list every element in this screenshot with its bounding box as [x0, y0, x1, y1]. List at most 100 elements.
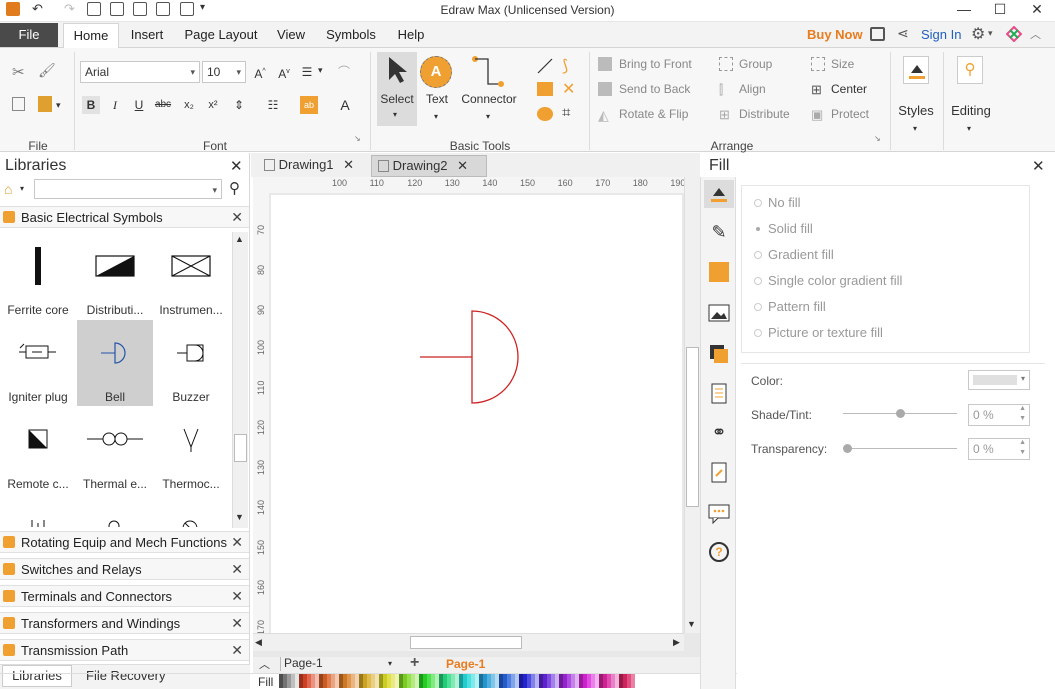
font-name-combo[interactable]: Arial ▾: [80, 61, 200, 83]
search-icon[interactable]: ⚲: [229, 179, 240, 197]
strikethrough-icon[interactable]: abc: [154, 96, 172, 114]
close-library-icon[interactable]: ✕: [231, 615, 243, 632]
symbol-buzzer[interactable]: Buzzer: [153, 320, 229, 406]
tab-file[interactable]: File: [0, 23, 58, 47]
connector-tool-label[interactable]: Connector: [458, 92, 520, 106]
close-tab-icon[interactable]: ✕: [457, 158, 468, 173]
ellipse-tool-icon[interactable]: [537, 107, 553, 121]
fill-option-radio[interactable]: [754, 199, 762, 207]
highlight-color-icon[interactable]: ab: [300, 96, 318, 114]
library-header-switches-relays[interactable]: Switches and Relays ✕: [0, 558, 249, 580]
library-search-input[interactable]: ▾: [34, 179, 222, 199]
symbol-igniter-plug[interactable]: Igniter plug: [0, 320, 76, 406]
tab-view[interactable]: View: [270, 23, 312, 48]
document-tab-drawing1[interactable]: Drawing1 ✕: [258, 155, 366, 177]
tab-insert[interactable]: Insert: [122, 23, 172, 48]
symbol-instrument[interactable]: Instrumen...: [153, 233, 229, 319]
shadow-icon[interactable]: [709, 262, 729, 282]
canvas-horizontal-scrollbar[interactable]: ◀ ▶: [253, 633, 684, 651]
cut-icon[interactable]: ✂: [12, 63, 25, 81]
bring-to-front-button[interactable]: Bring to Front: [619, 57, 692, 71]
font-color-icon[interactable]: A: [336, 96, 354, 114]
shade-tint-spinner[interactable]: 0 % ▲ ▼: [968, 404, 1030, 426]
scroll-thumb[interactable]: [234, 434, 247, 462]
styles-button[interactable]: Styles: [896, 103, 936, 118]
chevron-down-icon[interactable]: ▾: [20, 184, 24, 193]
scroll-right-icon[interactable]: ▶: [673, 637, 680, 648]
editing-button[interactable]: Editing: [948, 103, 994, 118]
symbol-thermal-element[interactable]: Thermal e...: [77, 407, 153, 493]
fill-option-solid-fill[interactable]: Solid fill: [768, 221, 813, 236]
send-to-back-button[interactable]: Send to Back: [619, 82, 690, 96]
image-icon[interactable]: [708, 303, 730, 325]
close-library-icon[interactable]: ✕: [231, 209, 243, 226]
library-header-transformers-windings[interactable]: Transformers and Windings ✕: [0, 612, 249, 634]
paste-icon[interactable]: [38, 96, 52, 112]
symbol-distribution[interactable]: Distributi...: [77, 233, 153, 319]
format-painter-icon[interactable]: 🖌: [38, 62, 56, 79]
scroll-left-icon[interactable]: ◀: [255, 637, 262, 648]
symbol-ferrite-core[interactable]: Ferrite core: [0, 233, 76, 319]
bullets-icon[interactable]: ☰: [298, 63, 316, 81]
line-tool-icon[interactable]: [536, 57, 554, 75]
tab-page-layout[interactable]: Page Layout: [178, 23, 264, 48]
symbol-thermocouple[interactable]: Thermoc...: [153, 407, 229, 493]
copy-icon[interactable]: [12, 97, 25, 111]
close-library-icon[interactable]: ✕: [231, 588, 243, 605]
library-header-rotating-equip[interactable]: Rotating Equip and Mech Functions ✕: [0, 531, 249, 553]
grow-font-icon[interactable]: A^: [251, 63, 269, 81]
scroll-down-icon[interactable]: ▼: [235, 512, 244, 522]
superscript-icon[interactable]: x²: [204, 96, 222, 114]
settings-dropdown-icon[interactable]: ▾: [988, 28, 993, 39]
distribute-button[interactable]: Distribute: [739, 107, 790, 121]
tab-libraries[interactable]: Libraries: [2, 665, 72, 687]
search-icon[interactable]: ⚲: [957, 56, 983, 84]
styles-icon[interactable]: [903, 56, 929, 84]
buy-now-link[interactable]: Buy Now: [807, 27, 863, 42]
shade-tint-slider-thumb[interactable]: [896, 409, 905, 418]
page-tab-page-1[interactable]: Page-1: [446, 657, 485, 671]
curve-tool-icon[interactable]: ⟆: [562, 56, 568, 76]
help-icon[interactable]: ?: [709, 542, 729, 562]
transparency-slider-track[interactable]: [843, 448, 957, 449]
close-window-button[interactable]: ✕: [1019, 0, 1055, 20]
underline-icon[interactable]: U: [130, 96, 148, 114]
document-tab-drawing2[interactable]: Drawing2 ✕: [371, 155, 487, 177]
select-tool-button[interactable]: Select ▾: [377, 52, 417, 126]
color-palette[interactable]: [279, 674, 635, 688]
close-library-icon[interactable]: ✕: [231, 561, 243, 578]
text-tool-label[interactable]: Text: [418, 92, 456, 106]
tab-symbols[interactable]: Symbols: [318, 23, 384, 48]
protect-button[interactable]: Protect: [831, 107, 869, 121]
settings-gear-icon[interactable]: ⚙: [971, 24, 985, 44]
fill-option-radio[interactable]: [754, 329, 762, 337]
italic-icon[interactable]: I: [106, 96, 124, 114]
scroll-up-icon[interactable]: ▲: [235, 234, 244, 244]
page-list-icon[interactable]: ︿: [259, 656, 270, 672]
bell-shape[interactable]: [420, 309, 526, 405]
fill-option-radio[interactable]: [754, 303, 762, 311]
edraw-brand-icon[interactable]: [1005, 25, 1023, 43]
close-library-icon[interactable]: ✕: [231, 534, 243, 551]
fill-option-radio-selected[interactable]: [756, 227, 760, 231]
font-dialog-launcher-icon[interactable]: ↘: [354, 134, 361, 143]
fill-option-pattern-fill[interactable]: Pattern fill: [768, 299, 826, 314]
library-header-transmission-path[interactable]: Transmission Path ✕: [0, 639, 249, 661]
library-scrollbar[interactable]: ▲ ▼: [232, 232, 248, 528]
chevron-down-icon[interactable]: ▾: [318, 65, 323, 76]
scroll-thumb[interactable]: [686, 347, 699, 507]
fill-option-no-fill[interactable]: No fill: [768, 195, 801, 210]
color-swatch[interactable]: [631, 674, 635, 688]
close-tab-icon[interactable]: ✕: [343, 157, 354, 172]
transparency-spinner[interactable]: 0 % ▲ ▼: [968, 438, 1030, 460]
list-icon[interactable]: ☷: [264, 96, 282, 114]
share-icon[interactable]: ⋖: [897, 25, 909, 42]
fill-option-radio[interactable]: [754, 251, 762, 259]
close-libraries-icon[interactable]: ✕: [230, 157, 243, 175]
close-library-icon[interactable]: ✕: [231, 642, 243, 659]
drawing-page[interactable]: [271, 195, 682, 635]
tab-file-recovery[interactable]: File Recovery: [86, 668, 165, 683]
attachment-icon[interactable]: [708, 462, 730, 484]
size-button[interactable]: Size: [831, 57, 854, 71]
fill-option-gradient-fill[interactable]: Gradient fill: [768, 247, 834, 262]
